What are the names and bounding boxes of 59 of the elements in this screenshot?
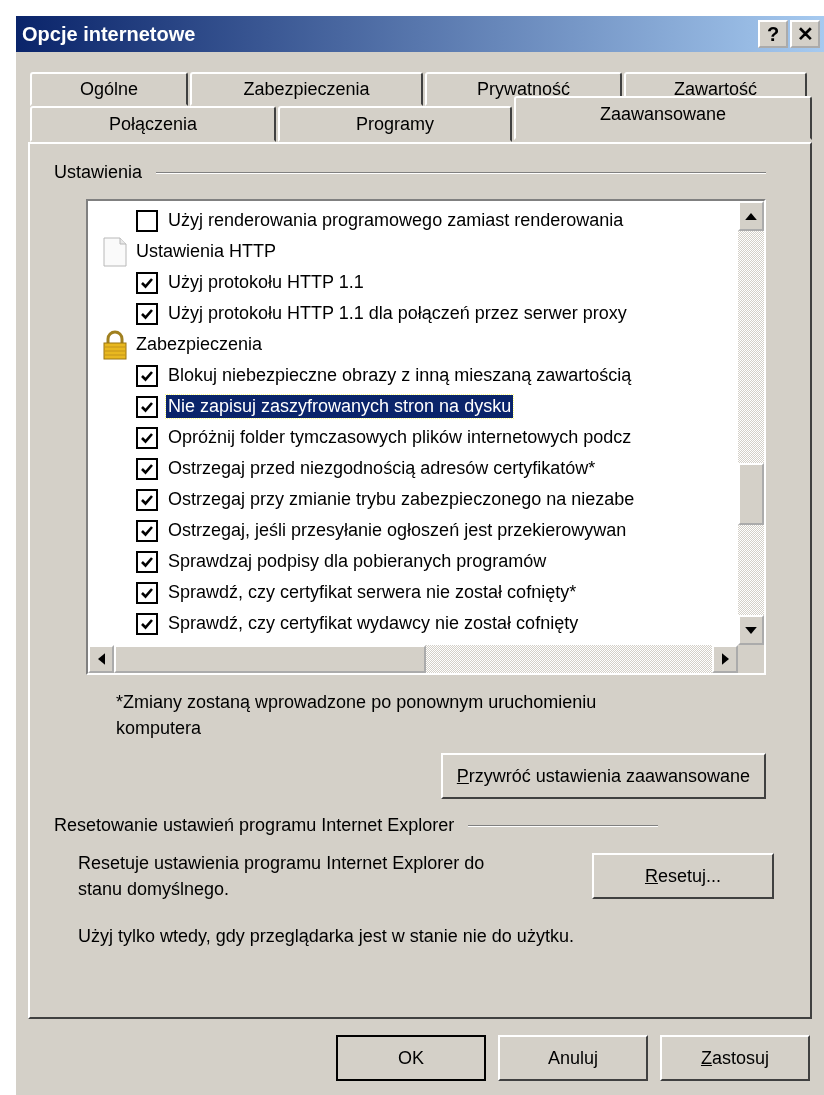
tab[interactable]: Zabezpieczenia	[190, 72, 423, 106]
checkbox[interactable]	[136, 581, 158, 604]
checkbox[interactable]	[136, 426, 158, 449]
scroll-thumb[interactable]	[114, 645, 426, 673]
reset-description: Resetuje ustawienia programu Internet Explorer do stanu domyślnego.	[78, 852, 486, 901]
up-arrow-icon	[745, 212, 757, 220]
setting-option[interactable]: Sprawdzaj podpisy dla pobieranych programów	[166, 550, 549, 573]
checkbox[interactable]	[136, 519, 158, 542]
checkbox[interactable]	[136, 302, 158, 325]
group-title: Resetowanie ustawień programu Internet Explorer	[54, 815, 455, 836]
horizontal-scrollbar[interactable]	[88, 645, 764, 673]
checkbox[interactable]	[136, 395, 158, 418]
checkbox[interactable]	[136, 209, 158, 232]
document-icon	[102, 236, 128, 267]
close-button[interactable]: ✕	[790, 20, 820, 48]
left-arrow-icon	[97, 653, 105, 665]
scroll-down-button[interactable]	[738, 615, 764, 645]
setting-option[interactable]: Blokuj niebezpieczne obrazy z inną mieszaną zawartością	[166, 364, 634, 387]
setting-option[interactable]: Sprawdź, czy certyfikat serwera nie został cofnięty*	[166, 581, 579, 604]
restart-note: *Zmiany zostaną wprowadzone po ponownym uruchomieniu komputera	[116, 691, 598, 740]
tab[interactable]: Programy	[278, 106, 512, 142]
dialog-button[interactable]: Anuluj	[498, 1035, 648, 1081]
tab[interactable]: Połączenia	[30, 106, 276, 142]
group-title: Ustawienia	[54, 162, 143, 183]
setting-option[interactable]: Użyj protokołu HTTP 1.1 dla połączeń przez serwer proxy	[166, 302, 629, 325]
setting-option[interactable]: Ostrzegaj, jeśli przesyłanie ogłoszeń jest przekierowywan	[166, 519, 629, 542]
section-heading: Ustawienia HTTP	[136, 241, 277, 262]
restore-advanced-button[interactable]: Przywróć ustawienia zaawansowane	[440, 753, 766, 799]
dialog-button[interactable]: OK	[336, 1035, 486, 1081]
section-heading: Zabezpieczenia	[136, 334, 263, 355]
down-arrow-icon	[745, 626, 757, 634]
checkbox[interactable]	[136, 364, 158, 387]
tab[interactable]: Ogólne	[30, 72, 188, 106]
reset-button[interactable]: Resetuj...	[592, 853, 774, 899]
setting-option[interactable]: Opróżnij folder tymczasowych plików internetowych podcz	[166, 426, 634, 449]
help-button[interactable]: ?	[758, 20, 788, 48]
setting-option[interactable]: Użyj renderowania programowego zamiast renderowania	[166, 209, 626, 232]
scrollbar-corner	[738, 645, 764, 673]
padlock-icon	[102, 329, 128, 360]
tab[interactable]: Zaawansowane	[514, 96, 812, 140]
checkbox[interactable]	[136, 271, 158, 294]
window-title: Opcje internetowe	[22, 22, 196, 46]
reset-hint: Użyj tylko wtedy, gdy przeglądarka jest w stanie nie do użytku.	[78, 926, 575, 947]
checkbox[interactable]	[136, 550, 158, 573]
checkbox[interactable]	[136, 488, 158, 511]
vertical-scrollbar[interactable]	[738, 201, 764, 645]
scroll-up-button[interactable]	[738, 201, 764, 231]
scroll-thumb[interactable]	[738, 463, 764, 525]
setting-option[interactable]: Ostrzegaj przed niezgodnością adresów certyfikatów*	[166, 457, 598, 480]
right-arrow-icon	[721, 653, 729, 665]
scroll-left-button[interactable]	[88, 645, 114, 673]
checkbox[interactable]	[136, 457, 158, 480]
scroll-right-button[interactable]	[712, 645, 738, 673]
setting-option[interactable]: Ostrzegaj przy zmianie trybu zabezpieczonego na niezabe	[166, 488, 637, 511]
setting-option[interactable]: Nie zapisuj zaszyfrowanych stron na dysku	[166, 395, 514, 418]
checkbox[interactable]	[136, 612, 158, 635]
dialog-button[interactable]: Zastosuj	[660, 1035, 810, 1081]
setting-option[interactable]: Użyj protokołu HTTP 1.1	[166, 271, 366, 294]
setting-option[interactable]: Sprawdź, czy certyfikat wydawcy nie został cofnięty	[166, 612, 581, 635]
